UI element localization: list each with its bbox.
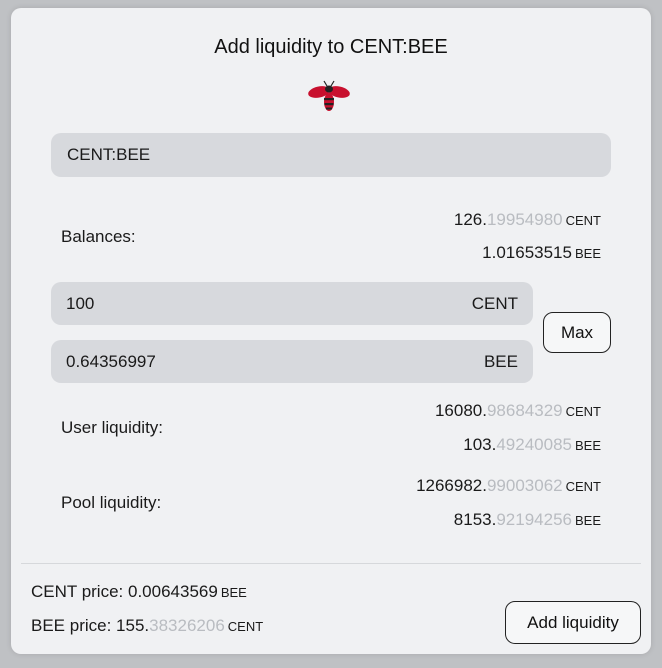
balance-cent: 126.19954980 CENT — [453, 210, 601, 229]
bee-icon — [308, 80, 350, 111]
cent-price: CENT price: 0.00643569 BEE — [31, 582, 247, 601]
pair-select[interactable]: CENT:BEE — [51, 133, 611, 177]
pool-liquidity-cent: 1266982.99003062 CENT — [416, 476, 601, 495]
bee-price: BEE price: 155.38326206 CENT — [31, 616, 264, 635]
bee-amount-value: 0.64356997 — [66, 351, 156, 371]
bee-amount-unit: BEE — [483, 351, 518, 371]
add-liquidity-card: Add liquidity to CENT:BEE CENT:BEE Balan… — [11, 8, 651, 654]
balance-bee: 1.01653515 BEE — [482, 243, 601, 262]
max-button[interactable]: Max — [543, 312, 611, 353]
dialog-title: Add liquidity to CENT:BEE — [214, 36, 448, 58]
cent-amount-value: 100 — [66, 293, 95, 313]
divider — [21, 563, 641, 564]
pool-liquidity-label: Pool liquidity: — [61, 493, 162, 512]
user-liquidity-label: User liquidity: — [61, 418, 164, 437]
add-liquidity-button[interactable]: Add liquidity — [505, 601, 641, 644]
user-liquidity-bee: 103.49240085 BEE — [463, 435, 601, 454]
cent-amount-input[interactable]: 100 CENT — [51, 282, 533, 325]
pool-liquidity-bee: 8153.92194256 BEE — [453, 510, 601, 529]
pair-value: CENT:BEE — [67, 145, 151, 164]
bee-amount-input[interactable]: 0.64356997 BEE — [51, 340, 533, 383]
user-liquidity-cent: 16080.98684329 CENT — [434, 401, 601, 420]
balances-label: Balances: — [61, 227, 136, 246]
cent-amount-unit: CENT — [471, 293, 518, 313]
